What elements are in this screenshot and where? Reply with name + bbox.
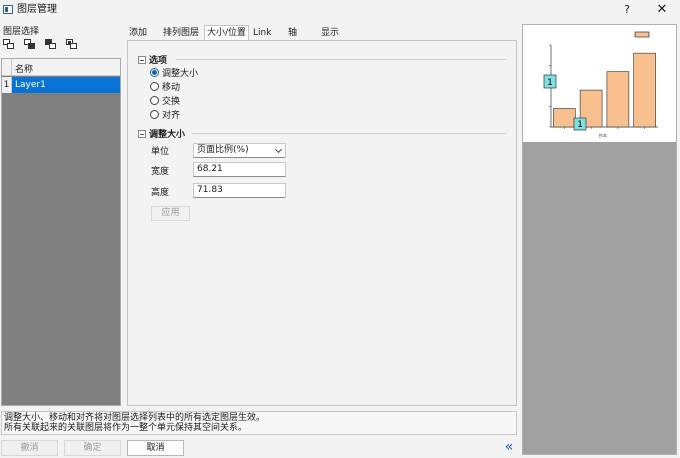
tab-link[interactable]: Link [253,26,271,40]
app-icon [3,5,13,14]
preview-layer-badge-label: 1 [547,78,553,88]
radio-resize-label: 调整大小 [162,69,199,79]
unit-select-value: 页面比例(%) [197,145,249,155]
tab-axis[interactable]: 轴 [288,26,297,40]
row-number: 1 [2,77,12,93]
layer-list-header: 名称 [2,59,120,76]
radio-resize[interactable]: 调整大小 [150,68,198,80]
layer-select-label: 图层选择 [3,27,40,37]
size-position-panel: 选项 调整大小 移动 交换 对齐 调整大小 单位 页面比例(%) 宽度 68.2… [127,40,517,406]
width-field[interactable]: 68.21 [193,162,286,177]
group-divider [192,133,506,134]
radio-icon [150,96,159,105]
radio-icon [150,110,159,119]
options-group-header[interactable]: 选项 [138,53,167,66]
group-divider [176,59,506,60]
tab-display[interactable]: 显示 [321,26,339,40]
width-label: 宽度 [151,167,170,177]
layer-tool-1-icon[interactable] [3,39,17,52]
preview-bar [553,108,576,128]
layer-tool-2-icon[interactable] [24,39,38,52]
height-field[interactable]: 71.83 [193,183,286,198]
close-button[interactable]: ✕ [654,2,670,18]
layer-preview: 1 1 抄本 [522,24,677,455]
unit-label: 单位 [151,147,170,157]
radio-move[interactable]: 移动 [150,82,180,94]
radio-swap[interactable]: 交换 [150,96,180,108]
table-row[interactable]: 1 Layer1 [2,77,120,93]
preview-page: 1 1 抄本 [523,25,676,142]
undo-button[interactable]: 撤消 [1,440,58,456]
window-title: 图层管理 [17,4,57,15]
radio-move-label: 移动 [162,83,181,93]
preview-layer-badge-label: 1 [577,120,583,130]
status-line-1: 调整大小、移动和对齐将对图层选择列表中的所有选定图层生效。 [4,413,266,423]
status-line-2: 所有关联起来的关联图层将作为一整个单元保持其空间关系。 [4,423,248,433]
status-message: 调整大小、移动和对齐将对图层选择列表中的所有选定图层生效。 所有关联起来的关联图… [1,411,517,435]
ok-button[interactable]: 确定 [64,440,121,456]
radio-checked-icon [150,68,159,77]
layer-list[interactable]: 名称 1 Layer1 [1,58,121,406]
help-button[interactable]: ? [620,2,634,18]
collapse-arrows-icon[interactable]: « [502,440,516,454]
collapse-box-icon[interactable] [138,130,146,138]
preview-bar [606,71,630,128]
layer-tool-3-icon[interactable] [45,39,59,52]
preview-bar [633,52,656,128]
layer-name-cell[interactable]: Layer1 [12,77,120,93]
radio-icon [150,82,159,91]
preview-x-label: 抄本 [599,132,607,138]
tab-add[interactable]: 添加 [129,26,147,40]
height-label: 高度 [151,188,170,198]
collapse-box-icon[interactable] [138,56,146,64]
resize-title: 调整大小 [149,130,186,140]
radio-swap-label: 交换 [162,97,181,107]
radio-align-label: 对齐 [162,111,181,121]
preview-chart: 1 1 抄本 [543,31,658,138]
chevron-down-icon [274,145,283,154]
cancel-button[interactable]: 取消 [127,440,184,456]
tab-size-position[interactable]: 大小/位置 [204,25,250,40]
layer-tool-4-icon[interactable] [66,39,80,52]
options-title: 选项 [149,56,168,66]
radio-align[interactable]: 对齐 [150,110,180,122]
column-header-name: 名称 [15,65,34,75]
grid-corner [2,59,12,76]
unit-select[interactable]: 页面比例(%) [193,143,286,158]
title-bar: 图层管理 ? ✕ [0,0,680,20]
apply-button[interactable]: 应用 [151,206,190,221]
tab-arrange[interactable]: 排列图层 [163,26,199,40]
preview-legend-swatch [634,31,650,38]
resize-group-header[interactable]: 调整大小 [138,127,185,140]
